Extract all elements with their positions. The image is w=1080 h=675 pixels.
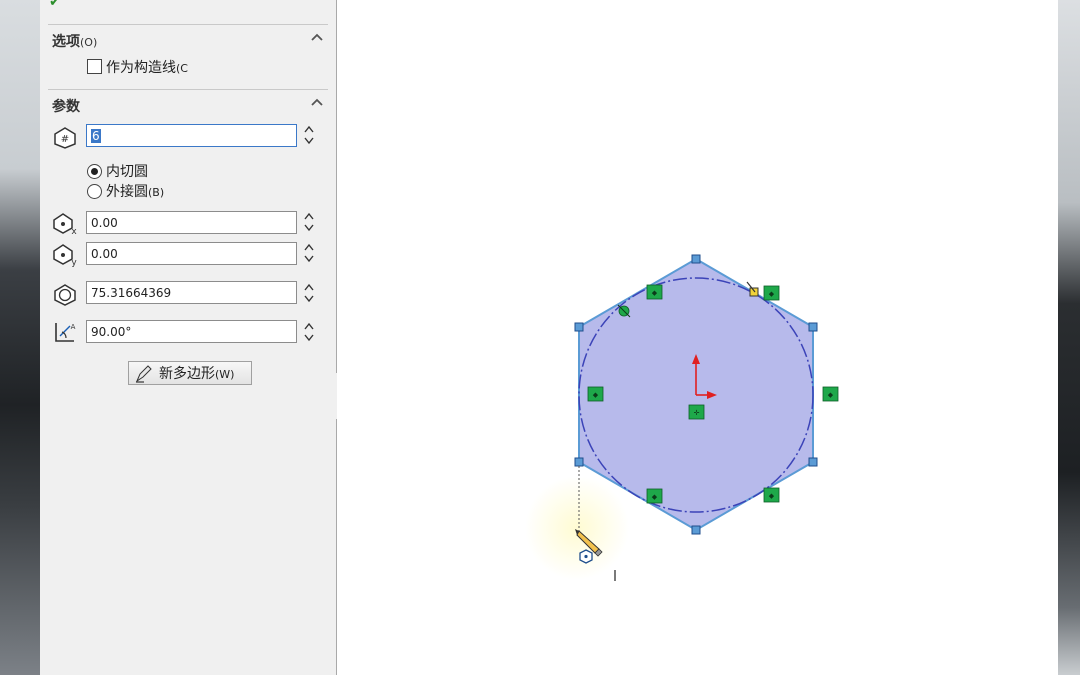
center-x-icon: x [53, 213, 77, 236]
sides-spinner[interactable] [302, 122, 316, 148]
construction-checkbox[interactable] [87, 59, 102, 74]
circle-diameter-icon [54, 284, 76, 306]
angle-input[interactable]: 90.00° [86, 320, 297, 343]
graphics-area[interactable]: ◆ ◆ ◆ ◆ ◆ ◆ ✛ [337, 0, 1058, 675]
svg-text:◆: ◆ [828, 391, 834, 399]
circumscribed-radio[interactable] [87, 184, 102, 199]
chevron-up-icon[interactable] [310, 31, 324, 43]
inscribed-radio[interactable] [87, 164, 102, 179]
polygon-sides-icon: # [54, 127, 76, 149]
inscribed-label: 内切圆 [106, 164, 148, 180]
background-left [0, 0, 40, 675]
options-section-title: 选项(O) [52, 34, 98, 50]
params-section-header[interactable]: 参数 [48, 89, 328, 116]
svg-text:◆: ◆ [652, 289, 658, 297]
new-polygon-button[interactable]: 新多边形(W) [128, 361, 252, 385]
ok-check-icon[interactable]: ✔ [49, 0, 61, 10]
chevron-up-icon[interactable] [310, 96, 324, 108]
angle-icon: A [55, 323, 76, 342]
new-polygon-label: 新多边形(W) [159, 366, 235, 382]
diameter-input[interactable]: 75.31664369 [86, 281, 297, 304]
cursor-glow [525, 476, 629, 580]
svg-text:✛: ✛ [694, 409, 700, 417]
sketch-canvas[interactable]: ◆ ◆ ◆ ◆ ◆ ◆ ✛ [337, 0, 1058, 675]
polygon-tool-cursor-icon [579, 549, 593, 564]
svg-text:x: x [71, 227, 77, 236]
svg-text:◆: ◆ [769, 492, 775, 500]
sketch-pencil-icon [135, 365, 152, 383]
svg-text:◆: ◆ [769, 290, 775, 298]
center-y-icon: y [53, 244, 77, 267]
angle-spinner[interactable] [302, 319, 316, 345]
options-section-header[interactable]: 选项(O) [48, 24, 328, 51]
params-section-title: 参数 [52, 99, 80, 115]
circumscribed-label: 外接圆(B) [106, 184, 165, 200]
construction-label: 作为构造线(C [106, 60, 188, 76]
center-x-spinner[interactable] [302, 209, 316, 235]
center-x-input[interactable]: 0.00 [86, 211, 297, 234]
sides-input[interactable]: 6 [86, 124, 297, 147]
svg-text:◆: ◆ [652, 493, 658, 501]
diameter-spinner[interactable] [302, 280, 316, 306]
property-manager-panel: ✔ 选项(O) 作为构造线(C 参数 # 6 内切圆 外接圆(B) x 0.00… [40, 0, 337, 675]
svg-text:◆: ◆ [593, 391, 599, 399]
background-right [1058, 0, 1080, 675]
svg-text:A: A [71, 323, 76, 331]
center-y-spinner[interactable] [302, 240, 316, 266]
midpoint-handle[interactable] [749, 287, 759, 297]
center-y-input[interactable]: 0.00 [86, 242, 297, 265]
svg-text:#: # [61, 134, 69, 145]
svg-text:y: y [71, 258, 77, 267]
